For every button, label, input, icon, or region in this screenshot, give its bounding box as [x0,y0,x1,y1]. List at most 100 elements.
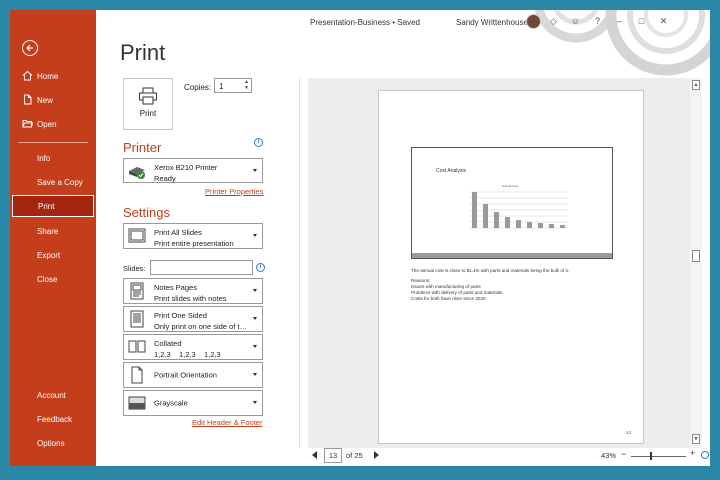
zoom-slider-thumb[interactable] [650,452,652,460]
edit-header-footer-link[interactable]: Edit Header & Footer [192,418,262,427]
collation-select[interactable]: Collated 1,2,3 1,2,3 1,2,3 [123,334,263,360]
back-arrow-icon [26,44,33,52]
sidebar-item-info[interactable]: Info [12,147,94,169]
sidebar-item-open[interactable]: Open [12,113,94,135]
copies-stepper[interactable]: 1 ▲ ▼ [214,78,252,93]
printer-ready-icon [129,166,145,179]
chevron-down-icon [253,234,257,237]
minimize-icon[interactable]: – [614,16,625,27]
preview-page: Cost Analysis Annual Cost The annual cos… [378,90,644,444]
close-icon[interactable]: ✕ [658,16,669,27]
sidebar-item-label: Print [38,201,55,211]
current-page-input[interactable]: 13 [324,448,342,463]
collated-icon [128,340,146,353]
chevron-down-icon [253,317,257,320]
document-title: Presentation-Business • Saved [310,18,420,27]
notes-pages-icon [130,282,144,300]
scroll-down-icon[interactable]: ▼ [692,434,700,444]
previous-page-icon[interactable] [312,451,317,459]
slide-title: Cost Analysis [436,168,467,174]
sidebar-item-label: Info [37,153,51,163]
chevron-down-icon [253,345,257,348]
zoom-to-page-icon[interactable] [701,451,709,459]
printer-select[interactable]: Xerox B210 Printer Ready [123,158,263,183]
sides-title: Print One Sided [154,311,207,320]
sidebar-item-label: Share [37,226,59,236]
maximize-icon[interactable]: □ [636,16,647,27]
info-icon[interactable]: i [256,263,265,272]
sidebar-item-feedback[interactable]: Feedback [12,408,94,430]
next-page-icon[interactable] [374,451,379,459]
sidebar-item-label: New [37,95,54,105]
user-name: Sandy Writtenhouse [456,18,528,27]
speaker-notes: The annual cost is close to $1.4m with p… [411,268,621,302]
zoom-slider[interactable] [631,456,686,457]
notes-line: Costs for both have risen since 2020 [411,296,486,301]
zoom-out-button[interactable]: − [621,449,626,459]
help-icon[interactable]: ? [592,16,603,27]
printer-heading: Printer [123,140,162,155]
collation-title: Collated [154,339,182,348]
sidebar-item-print[interactable]: Print [12,195,94,217]
sidebar-item-share[interactable]: Share [12,220,94,242]
print-button[interactable]: Print [123,78,173,130]
backstage-sidebar: Home New Open Info Save a Copy Print Sha… [10,10,96,466]
panel-divider [299,78,300,448]
sidebar-item-label: Account [37,390,66,400]
printer-properties-link[interactable]: Printer Properties [205,187,263,196]
sidebar-item-new[interactable]: New [12,89,94,111]
zoom-in-button[interactable]: + [690,448,695,458]
layout-title: Notes Pages [154,283,197,292]
preview-page-number: 13 [625,430,631,435]
chevron-down-icon [253,401,257,404]
sides-select[interactable]: Print One Sided Only print on one side o… [123,306,263,332]
sidebar-divider [18,142,88,143]
slides-icon [128,228,146,243]
settings-heading: Settings [123,205,170,220]
chevron-down-icon [253,168,257,172]
sidebar-item-label: Home [37,71,59,81]
avatar[interactable] [526,14,541,29]
print-range-title: Print All Slides [154,228,202,237]
one-sided-icon [130,310,144,328]
scrollbar-thumb[interactable] [692,250,700,262]
printer-icon [139,87,157,105]
slides-input[interactable] [150,260,253,275]
chevron-down-icon [253,373,257,376]
orientation-select[interactable]: Portrait Orientation [123,362,263,388]
sidebar-item-close[interactable]: Close [12,268,94,290]
slides-label: Slides: [123,264,146,273]
feedback-icon[interactable]: ☺ [570,16,581,27]
powerpoint-window: Home New Open Info Save a Copy Print Sha… [10,10,710,466]
print-range-select[interactable]: Print All Slides Print entire presentati… [123,223,263,249]
sidebar-item-label: Options [37,438,65,448]
back-button[interactable] [22,40,38,56]
scroll-up-icon[interactable]: ▲ [692,80,700,90]
sidebar-item-home[interactable]: Home [12,65,94,87]
sidebar-item-export[interactable]: Export [12,244,94,266]
color-select[interactable]: Grayscale [123,390,263,416]
print-backstage: Presentation-Business • Saved Sandy Writ… [96,10,710,466]
portrait-page-icon [131,366,143,384]
layout-select[interactable]: Notes Pages Print slides with notes [123,278,263,304]
sidebar-item-label: Close [37,274,58,284]
preview-navigation: 13 of 25 43% − + [308,448,710,466]
collation-subtitle: 1,2,3 1,2,3 1,2,3 [154,350,221,359]
sidebar-item-label: Export [37,250,61,260]
grayscale-icon [128,396,146,410]
diamond-icon[interactable]: ◇ [548,16,559,27]
slide-bar-chart [470,191,568,229]
orientation-value: Portrait Orientation [154,370,217,380]
preview-scrollbar[interactable]: ▲ ▼ [690,78,702,448]
chevron-down-icon [253,289,257,292]
sidebar-item-account[interactable]: Account [12,384,94,406]
print-range-subtitle: Print entire presentation [154,239,234,248]
printer-name: Xerox B210 Printer [154,163,218,172]
sidebar-item-save-a-copy[interactable]: Save a Copy [12,171,94,193]
sidebar-item-label: Save a Copy [37,177,83,187]
info-icon[interactable]: i [254,138,263,147]
spin-arrows-icon[interactable]: ▲ ▼ [244,79,249,91]
copies-value: 1 [219,82,224,91]
sides-subtitle: Only print on one side of th... [154,322,249,331]
sidebar-item-options[interactable]: Options [12,432,94,454]
